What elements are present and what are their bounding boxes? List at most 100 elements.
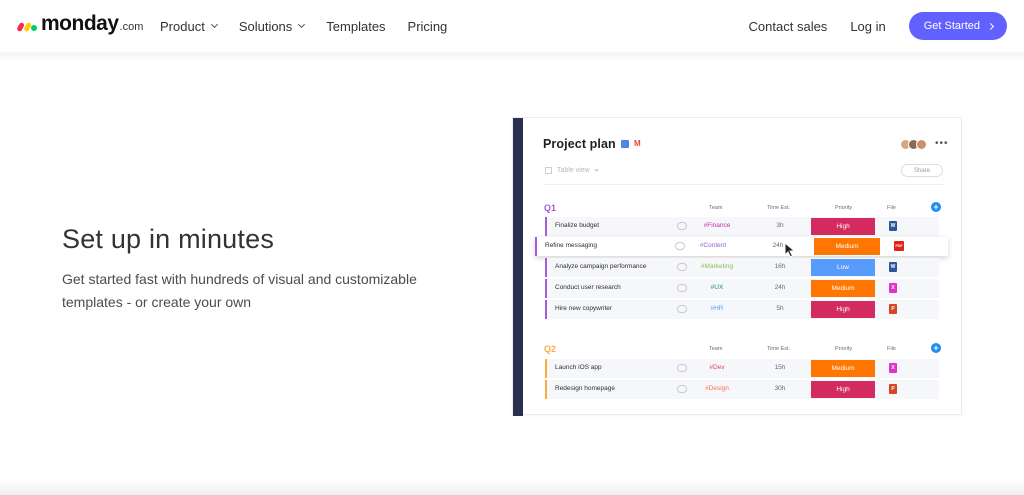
pdf-file-icon[interactable]: PDF (894, 241, 904, 251)
main-nav: Product Solutions Templates Pricing (160, 0, 469, 52)
col-priority-header: Priority (835, 346, 853, 352)
row-team: #Marketing (700, 263, 734, 270)
logo-text: monday (41, 12, 119, 35)
chat-icon[interactable] (677, 305, 687, 313)
row-time: 30h (774, 385, 786, 392)
get-started-label: Get Started (923, 20, 980, 32)
col-time-header: Time Est. (767, 346, 791, 352)
nav-pricing-label: Pricing (407, 18, 448, 34)
nav-right: Contact sales Log in Get Started (749, 0, 1007, 52)
docs-icon (621, 140, 629, 148)
col-file-header: File (887, 346, 896, 352)
nav-solutions-label: Solutions (238, 18, 293, 34)
more-options-icon[interactable]: ••• (935, 138, 949, 149)
excel-file-icon[interactable]: X (889, 283, 897, 293)
header-shadow (0, 52, 1024, 62)
chat-icon[interactable] (677, 263, 687, 271)
word-file-icon[interactable]: W (889, 221, 897, 231)
chat-icon[interactable] (677, 284, 687, 292)
row-team: #Finance (703, 222, 731, 229)
top-header: monday .com Product Solutions Templates … (0, 0, 1024, 52)
login-link[interactable]: Log in (850, 19, 885, 34)
col-team-header: Team (709, 346, 723, 352)
row-name: Finalize budget (555, 222, 600, 229)
priority-status[interactable]: High (811, 301, 875, 318)
share-label: Share (913, 167, 930, 174)
group-q1-label: Q1 (544, 203, 557, 213)
group-q2-label: Q2 (544, 344, 557, 354)
row-name: Launch iOS app (555, 364, 602, 371)
add-column-icon[interactable]: + (931, 343, 941, 353)
chevron-down-icon (210, 20, 218, 29)
contact-sales-link[interactable]: Contact sales (749, 19, 828, 34)
logo-mark-icon (16, 17, 38, 33)
get-started-button[interactable]: Get Started (908, 12, 1007, 40)
gmail-icon: M (634, 139, 641, 148)
priority-status[interactable]: Low (811, 259, 875, 276)
excel-file-icon[interactable]: X (889, 363, 897, 373)
board-title: Project plan (543, 137, 616, 151)
row-name: Refine messaging (545, 242, 598, 249)
table-icon (545, 167, 552, 174)
board-avatars (900, 139, 927, 150)
table-row[interactable]: Launch iOS app #Dev 15h Medium X (545, 359, 939, 378)
board-sidebar (513, 118, 523, 416)
row-team: #Dev (709, 364, 725, 371)
table-row[interactable]: Hire new copywriter #HR 5h High P (545, 300, 939, 319)
nav-pricing[interactable]: Pricing (408, 19, 448, 34)
monday-logo[interactable]: monday .com (16, 12, 143, 36)
nav-templates-label: Templates (326, 18, 386, 34)
table-row[interactable]: Redesign homepage #Design 30h High P (545, 380, 939, 399)
add-column-icon[interactable]: + (931, 202, 941, 212)
priority-status[interactable]: Medium (811, 360, 875, 377)
row-time: 3h (776, 222, 784, 229)
word-file-icon[interactable]: W (889, 262, 897, 272)
col-time-header: Time Est. (767, 205, 791, 211)
row-team: #Content (699, 242, 727, 249)
row-name: Hire new copywriter (555, 305, 613, 312)
divider (543, 184, 943, 185)
avatar (916, 139, 927, 150)
row-team: #Design (705, 385, 729, 392)
col-priority-header: Priority (835, 205, 853, 211)
nav-templates[interactable]: Templates (326, 19, 385, 34)
priority-status[interactable]: Medium (811, 280, 875, 297)
nav-solutions[interactable]: Solutions (238, 18, 306, 34)
row-name: Redesign homepage (555, 385, 615, 392)
priority-status[interactable]: Medium (814, 238, 880, 255)
row-name: Conduct user research (555, 284, 621, 291)
ppt-file-icon[interactable]: P (889, 304, 897, 314)
nav-product[interactable]: Product (160, 18, 218, 34)
col-team-header: Team (709, 205, 723, 211)
chat-icon[interactable] (677, 385, 687, 393)
nav-product-label: Product (160, 18, 205, 34)
row-team: #HR (710, 305, 724, 312)
ppt-file-icon[interactable]: P (889, 384, 897, 394)
table-view-selector[interactable]: Table view (545, 167, 599, 174)
row-time: 15h (774, 364, 786, 371)
table-view-label: Table view (557, 167, 590, 174)
section-bottom-shadow (0, 480, 1024, 495)
row-team: #UX (710, 284, 724, 291)
priority-status[interactable]: High (811, 381, 875, 398)
table-row[interactable]: Analyze campaign performance #Marketing … (545, 258, 939, 277)
logo-suffix: .com (119, 21, 144, 33)
hero-subtitle: Get started fast with hundreds of visual… (62, 271, 417, 310)
table-row-dragging[interactable]: Refine messaging #Content 24h Medium PDF (535, 237, 948, 256)
row-time: 24h (774, 284, 786, 291)
project-board-preview: Project plan M ••• Table view Share Q1 T… (512, 117, 962, 416)
row-name: Analyze campaign performance (555, 263, 647, 270)
row-time: 16h (774, 263, 786, 270)
hero-title: Set up in minutes (62, 224, 275, 254)
table-row[interactable]: Conduct user research #UX 24h Medium X (545, 279, 939, 298)
chat-icon[interactable] (677, 364, 687, 372)
priority-status[interactable]: High (811, 218, 875, 235)
share-button[interactable]: Share (901, 164, 943, 177)
chevron-right-icon (986, 22, 995, 30)
chevron-down-icon (298, 20, 306, 29)
table-row[interactable]: Finalize budget #Finance 3h High W (545, 217, 939, 236)
row-time: 5h (776, 305, 784, 312)
chevron-down-icon (594, 167, 599, 172)
col-file-header: File (887, 205, 896, 211)
chat-icon[interactable] (677, 222, 687, 230)
